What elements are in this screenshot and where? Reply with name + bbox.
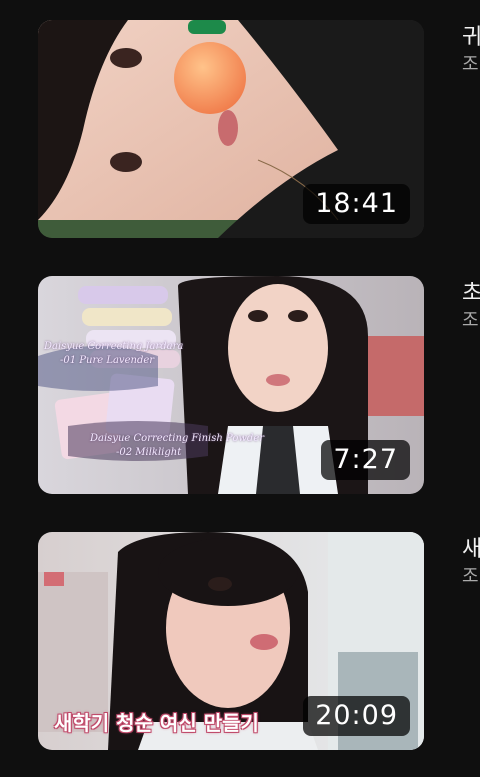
product-label: Daisyue Correcting Jardara bbox=[44, 341, 184, 352]
video-card[interactable]: Daisyue Correcting Jardara -01 Pure Lave… bbox=[0, 276, 480, 496]
video-list: 18:41 귀 조 Daisyue Correcting Jardara -01… bbox=[0, 0, 480, 777]
product-label: -02 Milklight bbox=[116, 447, 182, 458]
video-thumbnail[interactable]: 18:41 bbox=[38, 20, 424, 238]
video-title[interactable]: 초 bbox=[462, 280, 480, 308]
channel-name[interactable]: 조 bbox=[462, 564, 480, 590]
channel-name[interactable]: 조 bbox=[462, 52, 480, 78]
video-meta[interactable]: 새 조 bbox=[462, 536, 480, 590]
thumbnail-caption: 새학기 청순 여신 만들기 bbox=[54, 711, 259, 735]
video-duration: 20:09 bbox=[303, 696, 410, 736]
video-thumbnail[interactable]: Daisyue Correcting Jardara -01 Pure Lave… bbox=[38, 276, 424, 494]
video-title[interactable]: 귀 bbox=[462, 24, 480, 52]
video-card[interactable]: 18:41 귀 조 bbox=[0, 20, 480, 240]
product-label: -01 Pure Lavender bbox=[60, 355, 155, 366]
video-thumbnail[interactable]: 새학기 청순 여신 만들기 20:09 bbox=[38, 532, 424, 750]
video-meta[interactable]: 귀 조 bbox=[462, 24, 480, 78]
video-meta[interactable]: 초 조 bbox=[462, 280, 480, 334]
video-title[interactable]: 새 bbox=[462, 536, 480, 564]
video-duration: 7:27 bbox=[321, 440, 410, 480]
video-duration: 18:41 bbox=[303, 184, 410, 224]
product-label: Daisyue Correcting Finish Powder bbox=[90, 433, 265, 444]
video-card[interactable]: 새학기 청순 여신 만들기 20:09 새 조 bbox=[0, 532, 480, 752]
channel-name[interactable]: 조 bbox=[462, 308, 480, 334]
